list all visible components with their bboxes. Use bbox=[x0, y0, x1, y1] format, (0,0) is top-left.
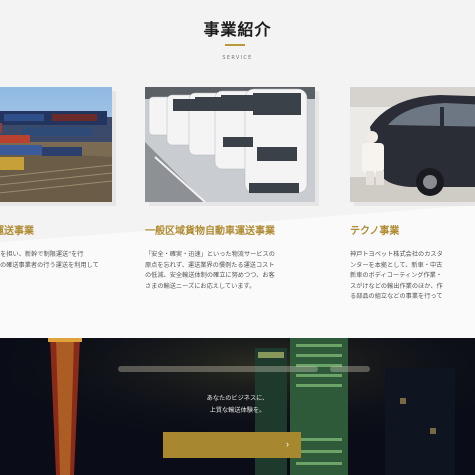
rail-freight-photo[interactable] bbox=[0, 87, 112, 202]
cta-banner: あなたのビジネスに、 上質な輸送体験を。 › bbox=[0, 338, 475, 475]
desc-line: 新車のボディコーティング作業・ bbox=[350, 272, 443, 279]
chevron-right-icon: › bbox=[286, 439, 289, 449]
desc-line: の低減、安全輸送体制の確立に努めつつ、お客 bbox=[145, 272, 275, 279]
card-heading[interactable]: 一般区域貨物自動車運送事業 bbox=[145, 222, 275, 237]
desc-line: の確送事業者の行う運送を利用して bbox=[0, 261, 99, 269]
desc-line: スがけなどの輸出作業のほか、作 bbox=[350, 282, 443, 290]
title-underline bbox=[225, 44, 245, 46]
section-subtitle: SERVICE bbox=[222, 55, 253, 61]
desc-line: ンターを本拠として、新車・中古 bbox=[350, 261, 443, 269]
desc-line: る部品の組立などの事業を行って bbox=[350, 293, 443, 300]
trucks-photo[interactable] bbox=[145, 87, 315, 202]
banner-tagline: あなたのビジネスに、 bbox=[206, 395, 269, 402]
desc-line: 業を担い、新幹で制限運送"を行 bbox=[0, 251, 84, 258]
service-section: 事業紹介 SERVICE 送事業 業を担い、新幹で制限運送"を行 の確送事業者の… bbox=[0, 0, 475, 338]
section-title: 事業紹介 bbox=[203, 20, 272, 39]
banner-tagline: 上質な輸送体験を。 bbox=[209, 407, 266, 414]
desc-line: 「安全・確実・迅速」といった物流サービスの bbox=[145, 251, 275, 258]
cta-button[interactable]: › bbox=[163, 432, 301, 458]
card-description: 「安全・確実・迅速」といった物流サービスの 原点を忘れず、運送業界の慣例たる運送… bbox=[145, 250, 315, 292]
card-description: 業を担い、新幹で制限運送"を行 の確送事業者の行う運送を利用して bbox=[0, 250, 112, 271]
desc-line: 神戸トヨペット株式会社のカスタ bbox=[350, 251, 443, 258]
card-description: 神戸トヨペット株式会社のカスタ ンターを本拠として、新車・中古 新車のボディコー… bbox=[350, 250, 475, 303]
desc-line: さまの輸送ニーズにお応えしています。 bbox=[145, 282, 256, 290]
card-heading[interactable]: 運送事業 bbox=[0, 222, 34, 237]
car-workshop-photo[interactable] bbox=[350, 87, 475, 202]
card-heading[interactable]: テクノ事業 bbox=[350, 222, 399, 237]
desc-line: 原点を忘れず、運送業界の慣例たる運送コスト bbox=[145, 261, 275, 269]
